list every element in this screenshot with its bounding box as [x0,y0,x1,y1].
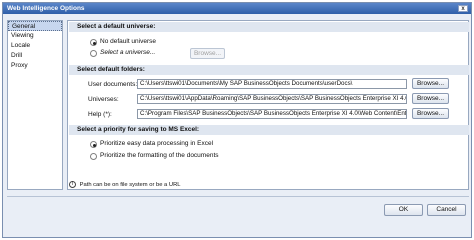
sidebar-item-proxy[interactable]: Proxy [8,61,62,71]
easy-processing-radio[interactable] [90,141,97,148]
ok-button[interactable]: OK [384,204,423,216]
help-label: Help (*): [88,111,112,118]
options-dialog: Web Intelligence Options x General Viewi… [2,2,472,238]
user-documents-field[interactable]: C:\Users\ttswi01\Documents\My SAP Busine… [137,79,407,89]
no-default-universe-label: No default universe [100,38,157,45]
title-bar: Web Intelligence Options x [3,3,471,14]
window-title: Web Intelligence Options [7,5,85,12]
universe-section-heading: Select a default universe: [69,22,469,32]
select-universe-label: Select a universe... [100,49,156,56]
sidebar-item-drill[interactable]: Drill [8,51,62,61]
formatting-label: Prioritize the formatting of the documen… [100,152,219,159]
path-note-text: Path can be on file system or be a URL [79,182,181,189]
universes-label: Universes: [88,96,119,103]
priority-section-heading: Select a priority for saving to MS Excel… [69,125,469,135]
footer-divider [7,196,469,197]
user-documents-browse-button[interactable]: Browse... [412,78,449,89]
folders-section-heading: Select default folders: [69,65,469,75]
cancel-button[interactable]: Cancel [427,204,466,216]
universes-field[interactable]: C:\Users\ttswi01\AppData\Roaming\SAP Bus… [137,94,407,104]
sidebar: General Viewing Locale Drill Proxy [7,20,63,190]
formatting-radio[interactable] [90,153,97,160]
sidebar-item-viewing[interactable]: Viewing [8,31,62,41]
universes-browse-button[interactable]: Browse... [412,93,449,104]
help-field[interactable]: C:\Program Files\SAP BusinessObjects\SAP… [137,109,407,119]
sidebar-item-general[interactable]: General [8,21,62,31]
universe-browse-button[interactable]: Browse... [190,48,225,59]
general-panel: Select a default universe: No default un… [67,20,469,190]
help-browse-button[interactable]: Browse... [412,108,449,119]
info-icon: i [69,181,76,188]
user-documents-label: User documents: [88,81,138,88]
close-icon[interactable]: x [458,5,468,12]
sidebar-item-locale[interactable]: Locale [8,41,62,51]
easy-processing-label: Prioritize easy data processing in Excel [100,140,214,147]
no-default-universe-radio[interactable] [90,39,97,46]
path-note: i Path can be on file system or be a URL [69,181,180,189]
select-universe-radio[interactable] [90,50,97,57]
